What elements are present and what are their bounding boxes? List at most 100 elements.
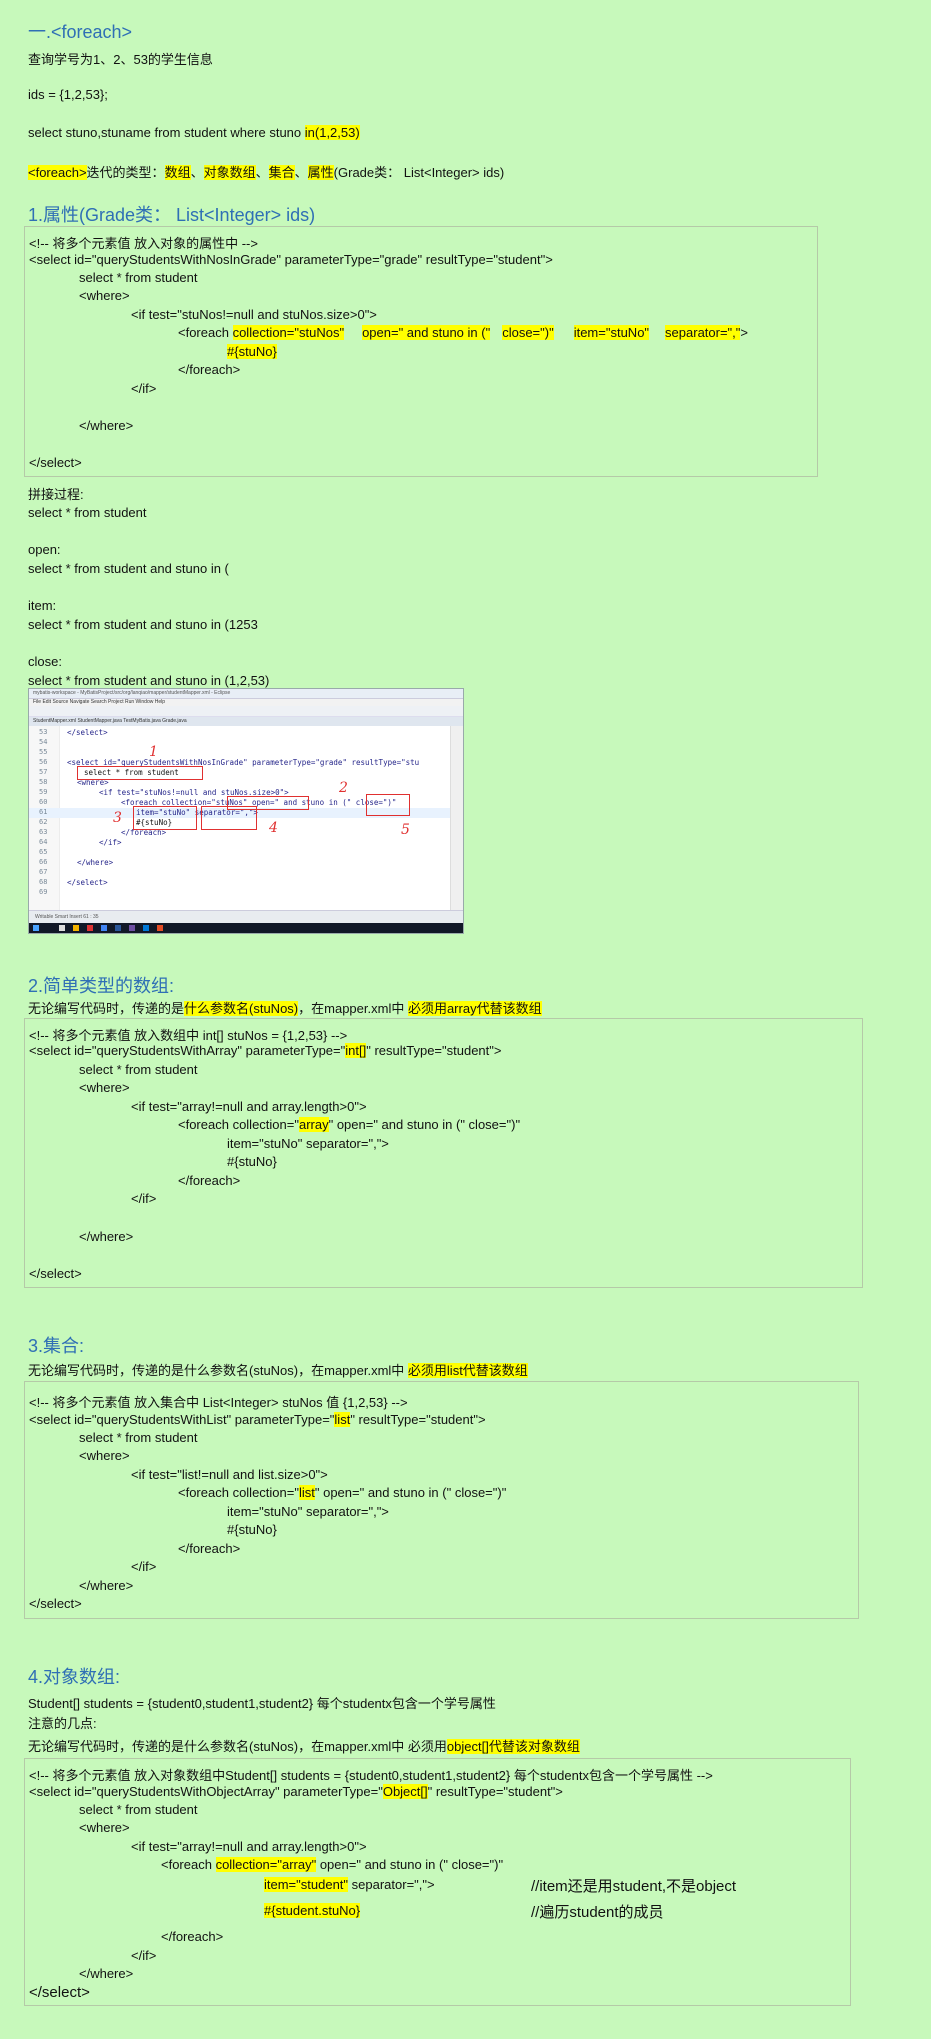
search-icon[interactable] [59, 925, 65, 931]
code-line: <!-- 将多个元素值 放入对象数组中Student[] students = … [29, 1768, 713, 1783]
code-line: <select id="queryStudentsWithList" param… [29, 1412, 486, 1427]
ide-scrollbar[interactable] [450, 726, 463, 911]
line-number: 59 [39, 788, 48, 796]
code-line: #{stuNo} [227, 1522, 277, 1537]
desc-highlight: 什么参数名(stuNos) [184, 1001, 299, 1016]
code-line: </if> [131, 1559, 157, 1574]
app-icon[interactable] [157, 925, 163, 931]
code-line: <if test="array!=null and array.length>0… [131, 1839, 367, 1854]
splice-title: 拼接过程: [28, 487, 84, 502]
word-icon[interactable] [115, 925, 121, 931]
ide-code: </select> [67, 728, 108, 737]
desc-text: 无论编写代码时，传递的是 [28, 1001, 185, 1016]
code-line: </where> [79, 418, 134, 433]
code-fragment: Object[] [382, 1784, 428, 1799]
code-fragment: collection="stuNos" [232, 325, 345, 340]
line-number: 53 [39, 728, 48, 736]
browser-icon[interactable] [101, 925, 107, 931]
splice-line: select * from student and stuno in ( [28, 561, 229, 576]
splice-line: select * from student and stuno in (1253 [28, 617, 258, 632]
code-fragment: #{student.stuNo} [264, 1903, 361, 1918]
section1-code-box: <!-- 将多个元素值 放入对象的属性中 --> <select id="que… [24, 226, 818, 477]
type-property: 属性 [307, 165, 334, 180]
code-line: </select> [29, 1984, 90, 2001]
line-number: 65 [39, 848, 48, 856]
annotation-number: 3 [113, 810, 122, 826]
line-number: 66 [39, 858, 48, 866]
code-line: select * from student [79, 1062, 198, 1077]
annotation-number: 4 [269, 820, 278, 836]
section3-description: 无论编写代码时，传递的是什么参数名(stuNos)，在mapper.xml中 必… [28, 1360, 528, 1379]
folder-icon[interactable] [73, 925, 79, 931]
ide-code: </select> [67, 878, 108, 887]
ide-editor: 53 </select> 54 55 56 <select id="queryStu… [29, 726, 451, 911]
line-number: 54 [39, 738, 48, 746]
code-line: </select> [29, 1596, 82, 1611]
app-icon[interactable] [143, 925, 149, 931]
type-array: 数组 [164, 165, 191, 180]
code-fragment: " resultType="student"> [350, 1412, 486, 1427]
section2-code-box: <!-- 将多个元素值 放入数组中 int[] stuNos = {1,2,53… [24, 1018, 863, 1288]
ide-menubar: File Edit Source Navigate Search Project… [29, 699, 463, 706]
code-fragment: " resultType="student"> [427, 1784, 563, 1799]
desc-text: 无论编写代码时，传递的是什么参数名(stuNos)，在mapper.xml中 [28, 1363, 408, 1378]
line-number: 60 [39, 798, 48, 806]
desc-highlight: 必须用list代替该数组 [407, 1363, 528, 1378]
section3-heading: 3.集合: [28, 1336, 85, 1356]
code-fragment: " open=" and stuno in (" close=")" [328, 1117, 521, 1132]
line-number: 64 [39, 838, 48, 846]
code-line: </foreach> [161, 1929, 224, 1944]
sep: 、 [294, 165, 308, 180]
code-line: item="stuNo" separator=","> [227, 1504, 389, 1519]
code-fragment: #{stuNo} [227, 344, 277, 359]
code-line: item="stuNo" separator=","> [227, 1136, 389, 1151]
annotation-box [201, 806, 257, 830]
ide-code: </where> [77, 858, 114, 867]
code-line: </where> [79, 1578, 134, 1593]
code-line: <where> [79, 288, 130, 303]
ide-titlebar: mybatis-workspace - MyBatisProject/src/o… [29, 689, 463, 699]
app-icon[interactable] [87, 925, 93, 931]
code-line: <if test="list!=null and list.size>0"> [131, 1467, 328, 1482]
code-fragment: <select id="queryStudentsWithList" param… [29, 1412, 335, 1427]
eclipse-icon[interactable] [129, 925, 135, 931]
code-line: </where> [79, 1966, 134, 1981]
section1-heading: 1.属性(Grade类： List<Integer> ids) [28, 205, 316, 225]
code-fragment: array [298, 1117, 329, 1132]
line-number: 55 [39, 748, 48, 756]
code-line: </foreach> [178, 1541, 241, 1556]
code-line: <where> [79, 1820, 130, 1835]
line-number: 68 [39, 878, 48, 886]
section4-code-box: <!-- 将多个元素值 放入对象数组中Student[] students = … [24, 1758, 851, 2006]
ide-statusbar: Writable Smart Insert 61 : 35 [29, 910, 463, 923]
code-fragment: > [740, 325, 748, 340]
code-fragment: close=")" [502, 325, 554, 340]
line-number: 56 [39, 758, 48, 766]
code-fragment: collection="array" [215, 1857, 317, 1872]
ide-code: </if> [99, 838, 122, 847]
code-line: <foreach collection="stuNos" open=" and s… [178, 325, 748, 340]
code-line: </select> [29, 455, 82, 470]
code-line: </where> [79, 1229, 134, 1244]
start-icon[interactable] [33, 925, 39, 931]
code-line: <select id="queryStudentsWithNosInGrade"… [29, 252, 553, 267]
code-line: </if> [131, 381, 157, 396]
code-line: <where> [79, 1080, 130, 1095]
section4-description: 无论编写代码时，传递的是什么参数名(stuNos)，在mapper.xml中 必… [28, 1736, 580, 1755]
line-number: 62 [39, 818, 48, 826]
type-collection: 集合 [268, 165, 295, 180]
code-fragment: item="stuNo" [573, 325, 650, 340]
code-line: <!-- 将多个元素值 放入数组中 int[] stuNos = {1,2,53… [29, 1028, 348, 1043]
code-line: <select id="queryStudentsWithArray" para… [29, 1043, 501, 1058]
line-number: 61 [39, 808, 48, 816]
line-number: 57 [39, 768, 48, 776]
code-fragment: " open=" and stuno in (" close=")" [314, 1485, 507, 1500]
annotation-number: 1 [149, 744, 158, 760]
annotation-number: 2 [339, 780, 348, 796]
code-line: </foreach> [178, 1173, 241, 1188]
code-comment: //遍历student的成员 [531, 1904, 664, 1921]
ide-toolbar [29, 706, 463, 717]
code-comment: //item还是用student,不是object [531, 1878, 737, 1895]
code-fragment: list [298, 1485, 315, 1500]
code-fragment: <select id="queryStudentsWithObjectArray… [29, 1784, 383, 1799]
